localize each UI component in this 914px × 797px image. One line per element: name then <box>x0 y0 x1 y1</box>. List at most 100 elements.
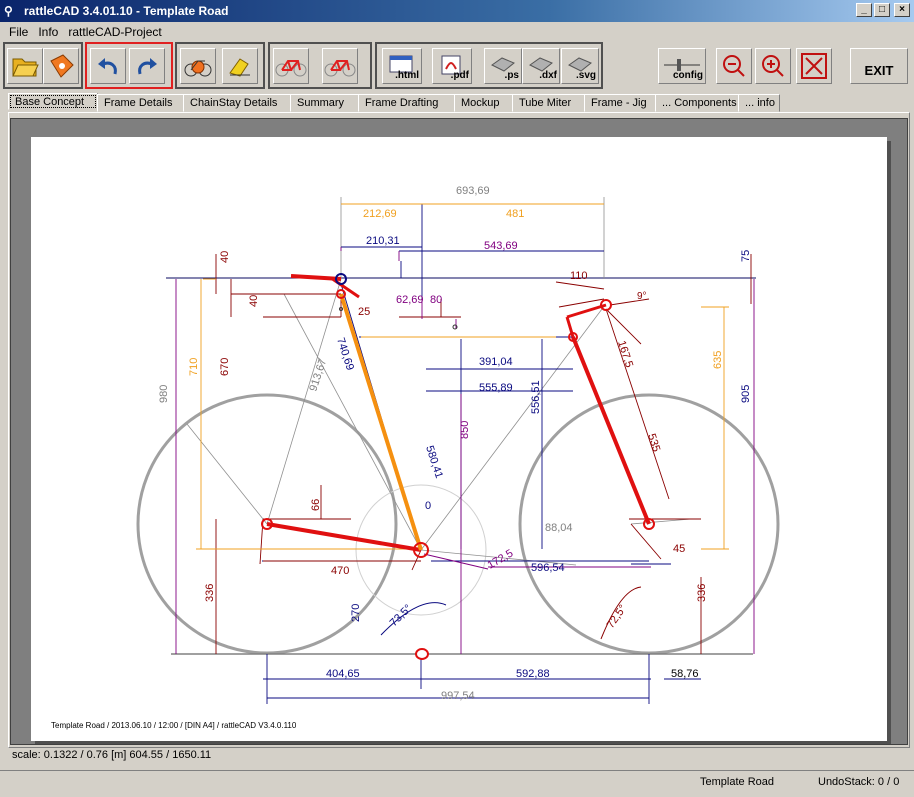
dim-212: 212,69 <box>363 208 397 220</box>
config-button[interactable]: config <box>658 48 706 84</box>
dim-270: 270 <box>350 604 362 622</box>
dim-596: 596,54 <box>531 562 565 574</box>
tab-summary[interactable]: Summary <box>290 94 359 112</box>
title-bar: ⚲ rattleCAD 3.4.01.10 - Template Road _ … <box>0 0 914 22</box>
dim-997: 997,54 <box>441 690 475 702</box>
paint-button[interactable] <box>222 48 258 84</box>
dim-710: 710 <box>188 358 200 376</box>
dim-25: 25 <box>358 306 370 318</box>
chainstay <box>266 522 422 552</box>
bike-frame-compare-icon <box>324 60 356 77</box>
save-icon <box>50 54 74 78</box>
drawing-canvas[interactable]: 693,69 212,69 481 210,31 543,69 40 40 75… <box>10 118 908 745</box>
frame-view-button[interactable] <box>273 48 309 84</box>
tab-frame-jig[interactable]: Frame - Jig <box>584 94 656 112</box>
bike-render-button[interactable] <box>180 48 216 84</box>
dim-80: 80 <box>430 294 442 306</box>
dim-592: 592,88 <box>516 668 550 680</box>
dim-58: 58,76 <box>671 668 699 680</box>
dim-740: 740,69 <box>334 336 356 372</box>
dim-9: 9° <box>637 291 647 302</box>
zoom-out-icon <box>723 55 745 77</box>
dim-555: 555,89 <box>479 382 513 394</box>
dim-404: 404,65 <box>326 668 360 680</box>
tab-tube-miter[interactable]: Tube Miter <box>512 94 585 112</box>
tab-frame-details[interactable]: Frame Details <box>97 94 184 112</box>
dim-556: 556,51 <box>530 380 542 414</box>
red-dimensions <box>215 254 702 654</box>
export-html-button[interactable]: .html <box>382 48 422 84</box>
scale-readout: scale: 0.1322 / 0.76 [m] 604.55 / 1650.1… <box>12 749 212 761</box>
dim-980: 980 <box>158 385 170 403</box>
app-icon: ⚲ <box>4 4 13 18</box>
tab-chainstay-details[interactable]: ChainStay Details <box>183 94 291 112</box>
dim-75: 75 <box>740 250 752 262</box>
undo-stack: UndoStack: 0 / 0 <box>818 776 900 788</box>
dim-0: 0 <box>425 500 431 512</box>
dim-470: 470 <box>331 565 349 577</box>
dim-580: 580,41 <box>423 444 445 480</box>
exit-button[interactable]: EXIT <box>850 48 908 84</box>
tab-info[interactable]: ... info <box>738 94 780 112</box>
menu-file[interactable]: File <box>4 25 33 39</box>
close-button[interactable]: × <box>894 3 910 17</box>
dim-693: 693,69 <box>456 185 490 197</box>
dim-45: 45 <box>673 543 685 555</box>
bike-geometry-drawing: 693,69 212,69 481 210,31 543,69 40 40 75… <box>51 185 780 730</box>
tab-bar: Base Concept Frame Details ChainStay Det… <box>8 93 780 112</box>
menu-bar: File Info rattleCAD-Project <box>0 22 914 41</box>
zoom-in-button[interactable] <box>755 48 791 84</box>
fit-icon <box>801 53 827 79</box>
dim-481: 481 <box>506 208 524 220</box>
menu-project[interactable]: rattleCAD-Project <box>63 25 166 39</box>
undo-button[interactable] <box>90 48 126 84</box>
dim-40b: 40 <box>248 295 260 307</box>
bike-gear-icon <box>184 60 212 77</box>
frame-compare-button[interactable] <box>322 48 358 84</box>
orange-dimensions <box>196 203 729 550</box>
dim-535: 535 <box>645 432 662 453</box>
dim-88: 88,04 <box>545 522 573 534</box>
dim-725: 72,5° <box>605 603 630 631</box>
save-button[interactable] <box>43 48 79 84</box>
dim-905: 905 <box>740 385 752 403</box>
redo-button[interactable] <box>129 48 165 84</box>
construction-lines <box>186 197 692 566</box>
dim-1675: 167,5 <box>615 339 635 369</box>
minimize-button[interactable]: _ <box>856 3 872 17</box>
dim-635: 635 <box>712 351 724 369</box>
tab-components[interactable]: ... Components <box>655 94 739 112</box>
ground-contact-point <box>415 648 429 660</box>
dim-40a: 40 <box>219 251 231 263</box>
fork <box>571 336 651 525</box>
menu-info[interactable]: Info <box>33 25 63 39</box>
bike-frame-icon <box>275 60 307 77</box>
dim-336a: 336 <box>204 584 216 602</box>
toolbar: .html .pdf .ps .dxf .svg config EXIT <box>0 42 914 91</box>
seat-tube <box>339 293 423 551</box>
tab-mockup[interactable]: Mockup <box>454 94 513 112</box>
dim-336b: 336 <box>696 584 708 602</box>
folder-icon <box>12 58 39 77</box>
drawing-footer: Template Road / 2013.06.10 / 12:00 / [DI… <box>51 721 297 730</box>
zoom-in-icon <box>762 55 784 77</box>
dim-210: 210,31 <box>366 235 400 247</box>
status-bar: Template Road UndoStack: 0 / 0 <box>0 770 914 797</box>
export-pdf-button[interactable]: .pdf <box>432 48 472 84</box>
dim-391: 391,04 <box>479 356 513 368</box>
dim-62: 62,69 <box>396 294 424 306</box>
open-button[interactable] <box>7 48 43 84</box>
export-ps-button[interactable]: .ps <box>484 48 522 84</box>
export-dxf-button[interactable]: .dxf <box>522 48 560 84</box>
export-svg-button[interactable]: .svg <box>561 48 599 84</box>
zoom-out-button[interactable] <box>716 48 752 84</box>
tab-frame-drafting[interactable]: Frame Drafting <box>358 94 455 112</box>
redo-icon <box>138 58 157 75</box>
dim-110: 110 <box>570 270 588 282</box>
dim-735: 73,5° <box>388 602 415 629</box>
tab-base-concept[interactable]: Base Concept <box>8 93 98 110</box>
fit-view-button[interactable] <box>796 48 832 84</box>
dim-1725: 172,5 <box>486 547 516 571</box>
maximize-button[interactable]: □ <box>874 3 890 17</box>
window-title: rattleCAD 3.4.01.10 - Template Road <box>24 4 229 18</box>
